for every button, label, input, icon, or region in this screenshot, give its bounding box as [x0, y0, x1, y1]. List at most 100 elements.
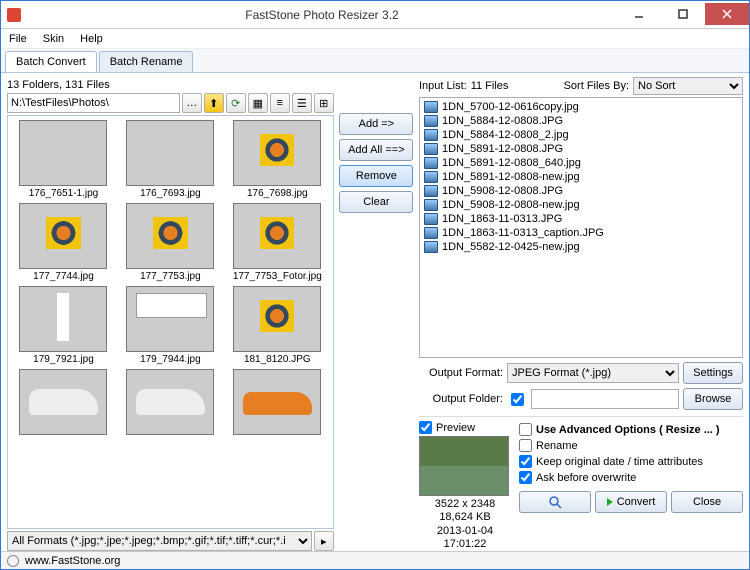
file-name: 1DN_5891-12-0808_640.jpg	[442, 157, 581, 169]
path-input[interactable]	[7, 93, 180, 113]
thumbnail-image	[233, 286, 321, 352]
file-name: 1DN_5891-12-0808-new.jpg	[442, 171, 580, 183]
refresh-icon[interactable]: ⟳	[226, 93, 246, 113]
thumbnail-label: 177_7744.jpg	[33, 271, 94, 282]
file-list-row[interactable]: 1DN_1863-11-0313.JPG	[422, 212, 740, 226]
convert-button[interactable]: Convert	[595, 491, 667, 513]
add-button[interactable]: Add =>	[339, 113, 413, 135]
thumbnail-image	[126, 286, 214, 352]
advanced-options-checkbox[interactable]	[519, 423, 532, 436]
thumbnail-item[interactable]: 181_8120.JPG	[226, 286, 329, 365]
output-folder-checkbox[interactable]	[511, 393, 524, 406]
image-file-icon	[424, 157, 438, 169]
thumbnail-item[interactable]	[226, 369, 329, 437]
thumbnail-item[interactable]: 177_7753.jpg	[119, 203, 222, 282]
maximize-button[interactable]	[661, 3, 705, 25]
file-list-row[interactable]: 1DN_5908-12-0808-new.jpg	[422, 198, 740, 212]
format-filter-select[interactable]: All Formats (*.jpg;*.jpe;*.jpeg;*.bmp;*.…	[7, 531, 312, 551]
file-list-row[interactable]: 1DN_5908-12-0808.JPG	[422, 184, 740, 198]
file-list-row[interactable]: 1DN_1863-11-0313_caption.JPG	[422, 226, 740, 240]
thumbnail-item[interactable]: 176_7693.jpg	[119, 120, 222, 199]
remove-button[interactable]: Remove	[339, 165, 413, 187]
thumbnail-item[interactable]	[12, 369, 115, 437]
file-list-row[interactable]: 1DN_5891-12-0808.JPG	[422, 142, 740, 156]
format-next-icon[interactable]: ▸	[314, 531, 334, 551]
menu-help[interactable]: Help	[76, 31, 107, 47]
output-folder-input[interactable]	[531, 389, 679, 409]
tab-batch-rename[interactable]: Batch Rename	[99, 51, 194, 72]
file-list-row[interactable]: 1DN_5582-12-0425-new.jpg	[422, 240, 740, 254]
magnify-button[interactable]	[519, 491, 591, 513]
file-name: 1DN_5908-12-0808-new.jpg	[442, 199, 580, 211]
file-list-row[interactable]: 1DN_5700-12-0616copy.jpg	[422, 100, 740, 114]
thumbnail-item[interactable]	[119, 369, 222, 437]
minimize-button[interactable]	[617, 3, 661, 25]
image-file-icon	[424, 199, 438, 211]
thumbnail-image	[126, 369, 214, 435]
thumbnail-item[interactable]: 176_7698.jpg	[226, 120, 329, 199]
sort-by-select[interactable]: No Sort	[633, 77, 743, 95]
pin-icon[interactable]	[7, 555, 19, 567]
advanced-options-label: Use Advanced Options ( Resize ... )	[536, 424, 720, 436]
file-name: 1DN_5582-12-0425-new.jpg	[442, 241, 580, 253]
rename-checkbox[interactable]	[519, 439, 532, 452]
browse-folder-button[interactable]: …	[182, 93, 202, 113]
settings-button[interactable]: Settings	[683, 362, 743, 384]
image-file-icon	[424, 185, 438, 197]
file-name: 1DN_5700-12-0616copy.jpg	[442, 101, 579, 113]
clear-button[interactable]: Clear	[339, 191, 413, 213]
view-small-icon[interactable]: ⊞	[314, 93, 334, 113]
thumbnail-label: 179_7944.jpg	[140, 354, 201, 365]
file-name: 1DN_1863-11-0313_caption.JPG	[442, 227, 604, 239]
thumbnail-item[interactable]: 179_7944.jpg	[119, 286, 222, 365]
thumbnail-item[interactable]: 176_7651-1.jpg	[12, 120, 115, 199]
thumbnail-image	[19, 120, 107, 186]
browse-button[interactable]: Browse	[683, 388, 743, 410]
thumbnail-item[interactable]: 179_7921.jpg	[12, 286, 115, 365]
thumbnail-item[interactable]: 177_7744.jpg	[12, 203, 115, 282]
keep-date-checkbox[interactable]	[519, 455, 532, 468]
file-list-row[interactable]: 1DN_5891-12-0808-new.jpg	[422, 170, 740, 184]
output-format-select[interactable]: JPEG Format (*.jpg)	[507, 363, 679, 383]
image-file-icon	[424, 129, 438, 141]
menu-skin[interactable]: Skin	[39, 31, 68, 47]
add-all-button[interactable]: Add All ==>	[339, 139, 413, 161]
thumbnail-image	[19, 369, 107, 435]
menu-bar: File Skin Help	[1, 29, 749, 49]
image-file-icon	[424, 101, 438, 113]
window-title: FastStone Photo Resizer 3.2	[27, 8, 617, 22]
thumbnail-image	[126, 203, 214, 269]
thumbnail-label: 176_7698.jpg	[247, 188, 308, 199]
folder-summary: 13 Folders, 131 Files	[7, 77, 334, 93]
image-file-icon	[424, 115, 438, 127]
input-list-count: 11 Files	[471, 80, 509, 92]
file-list-row[interactable]: 1DN_5891-12-0808_640.jpg	[422, 156, 740, 170]
view-large-icon[interactable]: ▦	[248, 93, 268, 113]
file-list-row[interactable]: 1DN_5884-12-0808.JPG	[422, 114, 740, 128]
file-list-row[interactable]: 1DN_5884-12-0808_2.jpg	[422, 128, 740, 142]
sort-by-label: Sort Files By:	[564, 80, 629, 92]
menu-file[interactable]: File	[5, 31, 31, 47]
file-name: 1DN_5884-12-0808.JPG	[442, 115, 563, 127]
image-file-icon	[424, 143, 438, 155]
file-list[interactable]: 1DN_5700-12-0616copy.jpg 1DN_5884-12-0808…	[419, 97, 743, 358]
input-list-label: Input List:	[419, 80, 467, 92]
thumbnail-image	[233, 203, 321, 269]
close-app-button[interactable]: Close	[671, 491, 743, 513]
image-file-icon	[424, 227, 438, 239]
ask-overwrite-checkbox[interactable]	[519, 471, 532, 484]
thumbnail-label: 179_7921.jpg	[33, 354, 94, 365]
close-button[interactable]	[705, 3, 749, 25]
preview-checkbox[interactable]	[419, 421, 432, 434]
tab-batch-convert[interactable]: Batch Convert	[5, 51, 97, 72]
view-list-icon[interactable]: ≡	[270, 93, 290, 113]
thumbnail-item[interactable]: 177_7753_Fotor.jpg	[226, 203, 329, 282]
rename-label: Rename	[536, 440, 578, 452]
file-name: 1DN_5908-12-0808.JPG	[442, 185, 563, 197]
output-folder-label: Output Folder:	[419, 393, 503, 405]
status-bar: www.FastStone.org	[1, 551, 749, 569]
play-icon	[607, 498, 613, 506]
thumbnail-grid[interactable]: 176_7651-1.jpg176_7693.jpg 176_7698.jpg 17…	[7, 115, 334, 529]
view-details-icon[interactable]: ☰	[292, 93, 312, 113]
up-folder-icon[interactable]: ⬆	[204, 93, 224, 113]
